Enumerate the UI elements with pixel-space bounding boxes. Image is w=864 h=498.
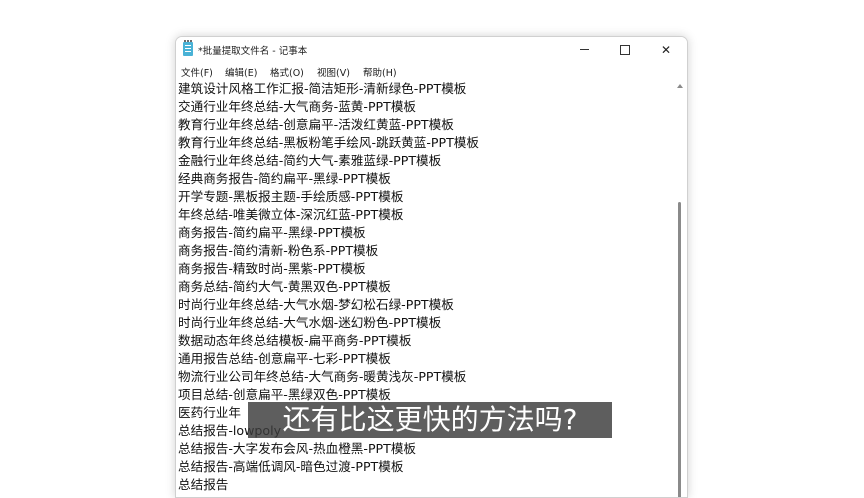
text-line: 时尚行业年终总结-大气水烟-梦幻松石绿-PPT模板 <box>178 297 454 312</box>
text-line: 经典商务报告-简约扁平-黑绿-PPT模板 <box>178 171 391 186</box>
text-line: 建筑设计风格工作汇报-简洁矩形-清新绿色-PPT模板 <box>178 81 467 96</box>
menu-edit[interactable]: 编辑(E) <box>225 65 257 79</box>
menu-format[interactable]: 格式(O) <box>270 65 304 79</box>
text-line: 交通行业年终总结-大气商务-蓝黄-PPT模板 <box>178 99 417 114</box>
video-subtitle: 还有比这更快的方法吗? <box>248 402 612 438</box>
text-line: 时尚行业年终总结-大气水烟-迷幻粉色-PPT模板 <box>178 315 442 330</box>
menu-bar: 文件(F) 编辑(E) 格式(O) 视图(V) 帮助(H) <box>176 64 687 80</box>
maximize-icon <box>620 44 630 55</box>
text-line: 商务总结-简约大气-黄黑双色-PPT模板 <box>178 279 391 294</box>
title-bar[interactable]: *批量提取文件名 - 记事本 ✕ <box>176 37 687 62</box>
minimize-button[interactable] <box>564 37 604 62</box>
text-line: 通用报告总结-创意扁平-七彩-PPT模板 <box>178 351 391 366</box>
close-icon: ✕ <box>660 42 672 57</box>
scroll-up-icon[interactable] <box>677 84 683 88</box>
close-button[interactable]: ✕ <box>646 37 686 62</box>
notepad-icon <box>183 40 193 56</box>
text-line: 年终总结-唯美微立体-深沉红蓝-PPT模板 <box>178 207 404 222</box>
text-line: 商务报告-简约清新-粉色系-PPT模板 <box>178 243 379 258</box>
text-line: 商务报告-精致时尚-黑紫-PPT模板 <box>178 261 366 276</box>
menu-help[interactable]: 帮助(H) <box>363 65 397 79</box>
menu-view[interactable]: 视图(V) <box>317 65 350 79</box>
maximize-button[interactable] <box>605 37 645 62</box>
menu-file[interactable]: 文件(F) <box>181 65 213 79</box>
scroll-thumb[interactable] <box>678 202 681 497</box>
text-line: 总结报告-高端低调风-暗色过渡-PPT模板 <box>178 459 404 474</box>
text-line: 总结报告 <box>178 477 229 492</box>
window-title: *批量提取文件名 - 记事本 <box>198 46 308 57</box>
text-line: 开学专题-黑板报主题-手绘质感-PPT模板 <box>178 189 404 204</box>
text-line: 物流行业公司年终总结-大气商务-暖黄浅灰-PPT模板 <box>178 369 467 384</box>
vertical-scrollbar[interactable] <box>675 81 686 497</box>
text-line: 总结报告-大字发布会风-热血橙黑-PPT模板 <box>178 441 417 456</box>
text-line: 商务报告-简约扁平-黑绿-PPT模板 <box>178 225 366 240</box>
text-line: 教育行业年终总结-创意扁平-活泼红黄蓝-PPT模板 <box>178 117 454 132</box>
text-line: 数据动态年终总结模板-扁平商务-PPT模板 <box>178 333 412 348</box>
text-line: 医药行业年 <box>178 405 241 420</box>
minimize-icon <box>579 49 589 50</box>
text-line: 金融行业年终总结-简约大气-素雅蓝绿-PPT模板 <box>178 153 442 168</box>
text-line: 教育行业年终总结-黑板粉笔手绘风-跳跃黄蓝-PPT模板 <box>178 135 479 150</box>
